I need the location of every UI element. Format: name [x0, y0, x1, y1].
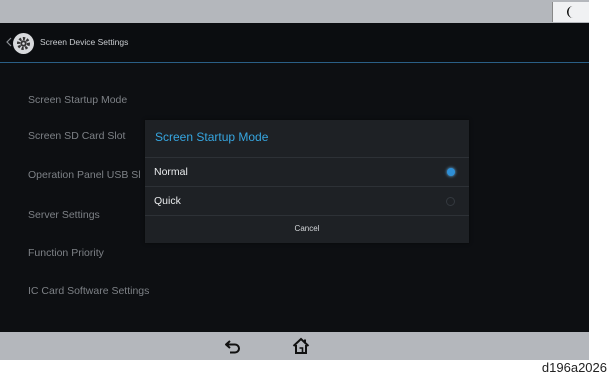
dialog-title: Screen Startup Mode: [155, 130, 269, 144]
option-normal[interactable]: Normal: [145, 158, 469, 186]
startup-mode-dialog: Screen Startup Mode Normal Quick Cancel: [145, 120, 469, 243]
settings-badge: [13, 33, 34, 54]
status-bar: [0, 0, 589, 23]
chevron-left-icon[interactable]: [6, 37, 12, 47]
gear-icon: [17, 37, 30, 50]
moon-icon: [567, 6, 573, 18]
radio-selected-icon[interactable]: [447, 168, 455, 176]
home-icon[interactable]: [292, 337, 310, 355]
back-arrow-icon[interactable]: [224, 338, 242, 354]
menu-item-operation-panel-usb[interactable]: Operation Panel USB Sl: [28, 169, 141, 181]
menu-item-screen-sd-card-slot[interactable]: Screen SD Card Slot: [28, 130, 125, 142]
device-screen: Screen Device Settings Screen Startup Mo…: [0, 0, 589, 360]
page-title: Screen Device Settings: [40, 37, 129, 47]
cancel-button[interactable]: Cancel: [145, 215, 469, 243]
figure-caption: d196a2026: [541, 360, 607, 375]
option-label: Quick: [154, 195, 181, 207]
navigation-bar: [0, 332, 589, 360]
option-label: Normal: [154, 166, 188, 178]
menu-item-screen-startup-mode[interactable]: Screen Startup Mode: [28, 94, 127, 106]
radio-unselected-icon[interactable]: [446, 197, 455, 206]
menu-item-function-priority[interactable]: Function Priority: [28, 247, 104, 259]
option-quick[interactable]: Quick: [145, 187, 469, 215]
header-bar: Screen Device Settings: [0, 23, 589, 63]
menu-item-ic-card-software[interactable]: IC Card Software Settings: [28, 285, 149, 297]
night-mode-button[interactable]: [552, 2, 589, 22]
menu-item-server-settings[interactable]: Server Settings: [28, 209, 100, 221]
